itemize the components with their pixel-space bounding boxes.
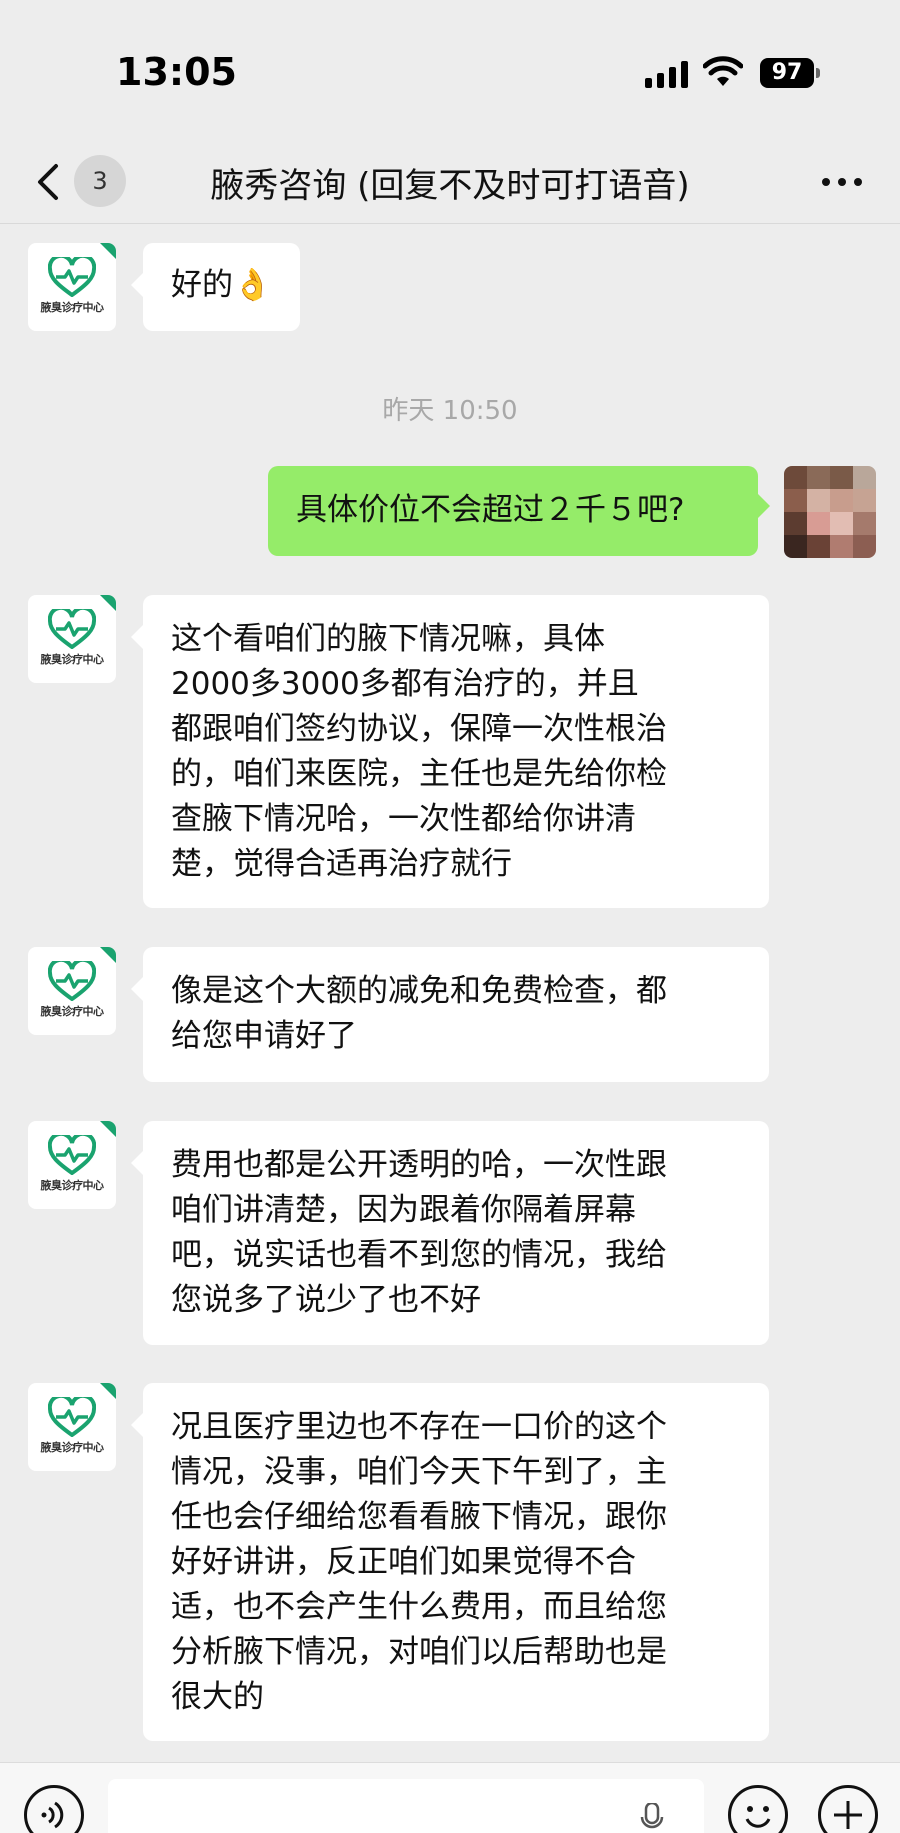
heart-logo-icon bbox=[48, 609, 96, 649]
message-bubble[interactable]: 好的👌 bbox=[131, 243, 300, 331]
message-bubble[interactable]: 况且医疗里边也不存在一口价的这个 情况，没事，咱们今天下午到了，主 任也会仔细给… bbox=[131, 1383, 769, 1741]
message-bubble[interactable]: 像是这个大额的减免和免费检查，都 给您申请好了 bbox=[131, 947, 769, 1082]
heart-logo-icon bbox=[48, 257, 96, 297]
heart-logo-icon bbox=[48, 1135, 96, 1175]
avatar-logo-text: 腋臭诊疗中心 bbox=[40, 1005, 105, 1018]
message-text-line: 情况，没事，咱们今天下午到了，主 bbox=[171, 1454, 667, 1490]
message-text-line: 费用也都是公开透明的哈，一次性跟 bbox=[171, 1147, 667, 1183]
message-text-line: 适，也不会产生什么费用，而且给您 bbox=[171, 1589, 667, 1625]
unread-count-badge[interactable]: 3 bbox=[74, 155, 126, 207]
heart-logo-icon bbox=[48, 1397, 96, 1437]
message-bubble[interactable]: 这个看咱们的腋下情况嘛，具体 2000多3000多都有治疗的，并且 都跟咱们签约… bbox=[131, 595, 769, 908]
voice-icon[interactable] bbox=[24, 1785, 84, 1833]
more-icon[interactable] bbox=[820, 170, 864, 194]
message-input[interactable] bbox=[108, 1779, 704, 1833]
message-text-line: 都跟咱们签约协议，保障一次性根治 bbox=[171, 711, 667, 747]
battery-icon: 97 bbox=[760, 58, 820, 88]
message-text-line: 咱们讲清楚，因为跟着你隔着屏幕 bbox=[171, 1192, 636, 1228]
message-bubble[interactable]: 费用也都是公开透明的哈，一次性跟 咱们讲清楚，因为跟着你隔着屏幕 吧，说实话也看… bbox=[131, 1121, 769, 1345]
chat-input-bar bbox=[0, 1762, 900, 1833]
message-text-line: 分析腋下情况，对咱们以后帮助也是 bbox=[171, 1634, 667, 1670]
message-text-line: 这个看咱们的腋下情况嘛，具体 bbox=[171, 621, 605, 657]
status-time: 13:05 bbox=[116, 50, 237, 94]
message-text: 好的👌 bbox=[171, 267, 272, 303]
plus-icon[interactable] bbox=[818, 1785, 878, 1833]
contact-avatar[interactable]: 腋臭诊疗中心 bbox=[28, 1121, 116, 1209]
mic-icon[interactable] bbox=[640, 1803, 664, 1833]
message-timestamp: 昨天 10:50 bbox=[382, 396, 518, 426]
heart-logo-icon bbox=[48, 961, 96, 1001]
contact-avatar[interactable]: 腋臭诊疗中心 bbox=[28, 1383, 116, 1471]
user-avatar[interactable] bbox=[784, 466, 876, 558]
status-bar: 13:05 97 bbox=[0, 0, 900, 140]
message-text-line: 况且医疗里边也不存在一口价的这个 bbox=[171, 1409, 667, 1445]
message-text-line: 吧，说实话也看不到您的情况，我给 bbox=[171, 1237, 667, 1273]
message-text: 具体价位不会超过２千５吧? bbox=[296, 492, 685, 528]
wifi-icon bbox=[703, 56, 743, 86]
message-text-line: 查腋下情况哈，一次性都给你讲清 bbox=[171, 801, 636, 837]
signal-icon bbox=[645, 60, 691, 88]
emoji-icon[interactable] bbox=[728, 1785, 788, 1833]
message-text-line: 2000多3000多都有治疗的，并且 bbox=[171, 666, 639, 702]
contact-avatar[interactable]: 腋臭诊疗中心 bbox=[28, 243, 116, 331]
message-text-line: 楚，觉得合适再治疗就行 bbox=[171, 846, 512, 882]
message-text-line: 给您申请好了 bbox=[171, 1018, 357, 1054]
avatar-logo-text: 腋臭诊疗中心 bbox=[40, 1441, 105, 1454]
avatar-logo-text: 腋臭诊疗中心 bbox=[40, 653, 105, 666]
contact-avatar[interactable]: 腋臭诊疗中心 bbox=[28, 595, 116, 683]
message-text-line: 您说多了说少了也不好 bbox=[171, 1282, 481, 1318]
back-icon[interactable] bbox=[30, 162, 70, 202]
message-bubble-outgoing[interactable]: 具体价位不会超过２千５吧? bbox=[268, 466, 770, 556]
avatar-logo-text: 腋臭诊疗中心 bbox=[40, 301, 105, 314]
battery-level: 97 bbox=[771, 60, 803, 85]
avatar-logo-text: 腋臭诊疗中心 bbox=[40, 1179, 105, 1192]
message-text-line: 像是这个大额的减免和免费检查，都 bbox=[171, 973, 667, 1009]
chat-title: 腋秀咨询 (回复不及时可打语音) bbox=[210, 166, 690, 206]
chat-header: 3 腋秀咨询 (回复不及时可打语音) bbox=[0, 140, 900, 224]
message-text-line: 任也会仔细给您看看腋下情况，跟你 bbox=[171, 1499, 667, 1535]
message-text-line: 很大的 bbox=[171, 1679, 264, 1715]
message-text-line: 的，咱们来医院，主任也是先给你检 bbox=[171, 756, 667, 792]
message-text-line: 好好讲讲，反正咱们如果觉得不合 bbox=[171, 1544, 636, 1580]
contact-avatar[interactable]: 腋臭诊疗中心 bbox=[28, 947, 116, 1035]
